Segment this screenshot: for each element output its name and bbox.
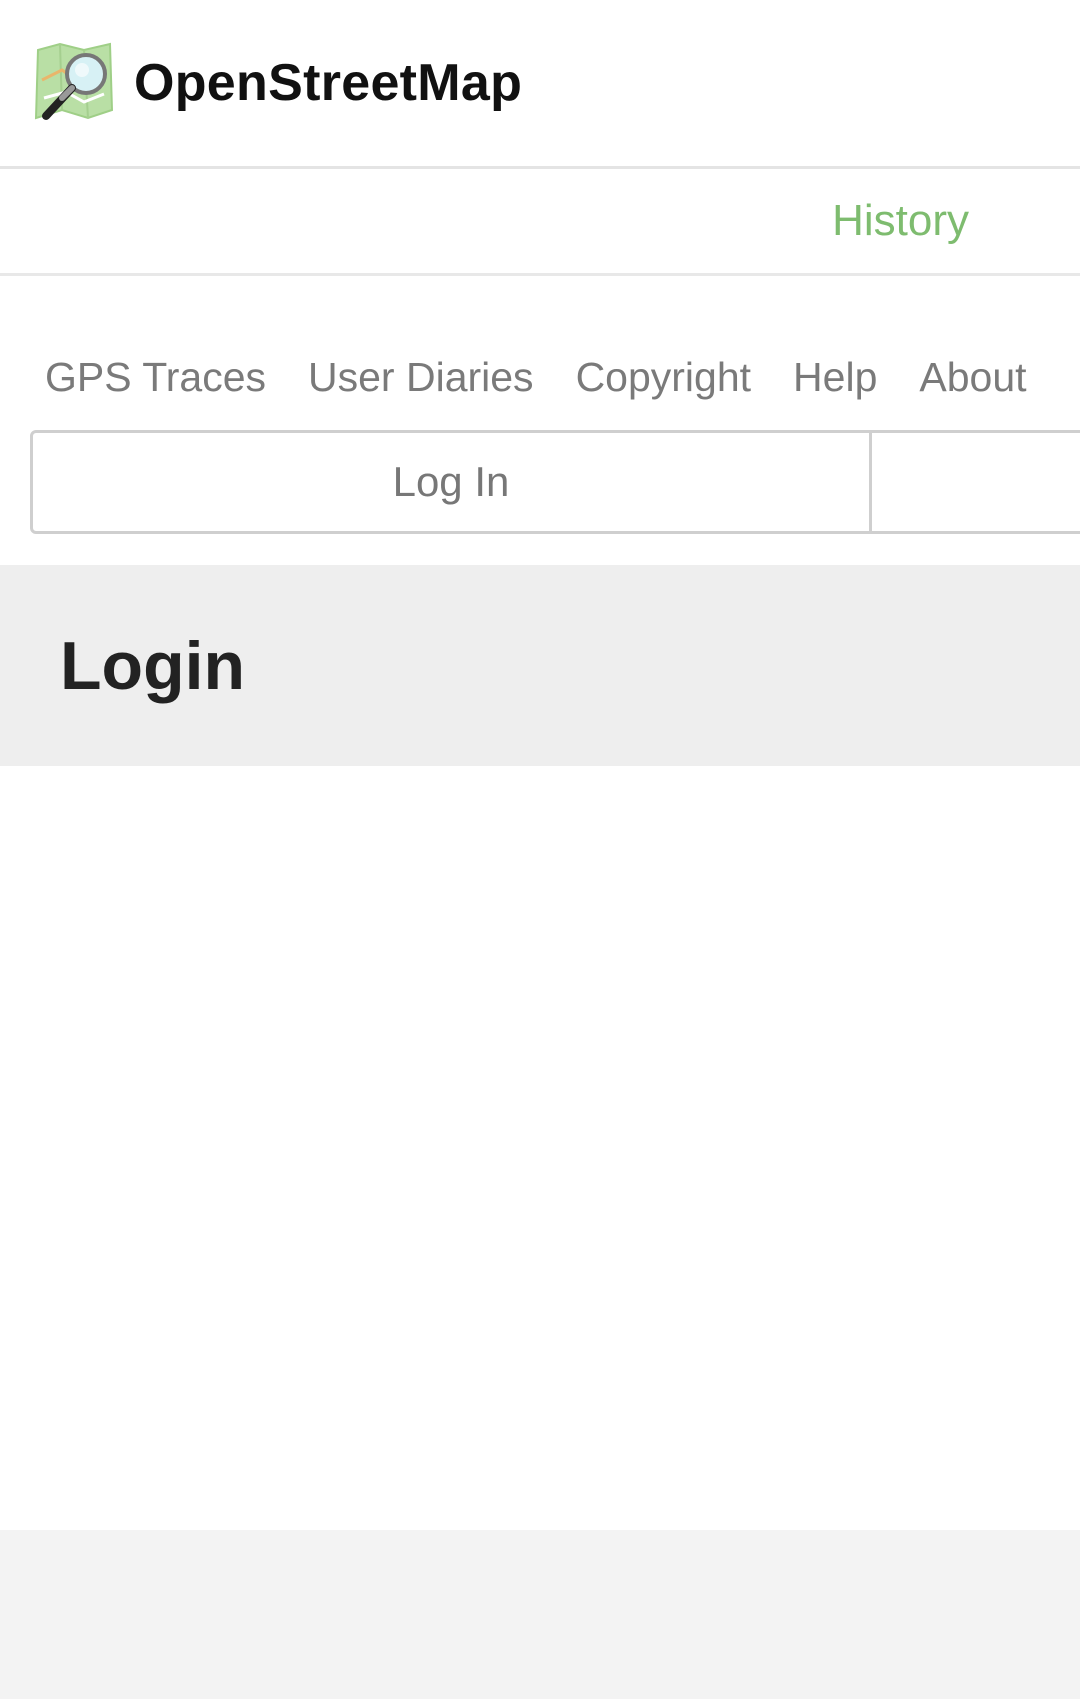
- page-title-band: Login: [0, 565, 1080, 766]
- history-link[interactable]: History: [832, 196, 969, 246]
- nav-link-help[interactable]: Help: [793, 354, 877, 401]
- nav-link-copyright[interactable]: Copyright: [576, 354, 751, 401]
- page-title: Login: [60, 627, 246, 704]
- page: OpenStreetMap History GPS Traces User Di…: [0, 0, 1080, 1699]
- signup-button[interactable]: [871, 430, 1080, 534]
- brand-title[interactable]: OpenStreetMap: [134, 53, 522, 113]
- nav-link-gps-traces[interactable]: GPS Traces: [45, 354, 266, 401]
- nav-link-about[interactable]: About: [919, 354, 1026, 401]
- login-button[interactable]: Log In: [30, 430, 872, 534]
- secondary-nav: GPS Traces User Diaries Copyright Help A…: [0, 352, 1080, 402]
- secondary-bar: History: [0, 169, 1080, 276]
- osm-logo-icon[interactable]: [32, 40, 116, 126]
- site-header: OpenStreetMap: [0, 0, 1080, 169]
- auth-button-group: Log In: [30, 430, 1080, 534]
- nav-link-user-diaries[interactable]: User Diaries: [308, 354, 534, 401]
- footer-area: [0, 1530, 1080, 1699]
